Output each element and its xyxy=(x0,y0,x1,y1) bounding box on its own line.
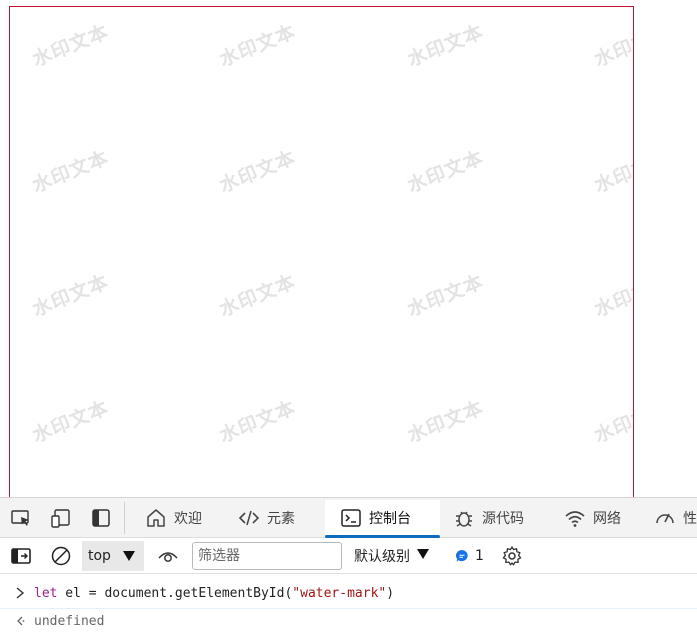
watermark-text: 水印文本 xyxy=(29,20,112,72)
triangle-down-icon xyxy=(122,550,136,566)
tab-label: 欢迎 xyxy=(174,511,202,527)
tab-label: 源代码 xyxy=(482,511,524,527)
code-string: "water-mark" xyxy=(292,585,387,601)
tab-label: 性 xyxy=(683,511,697,527)
show-console-sidebar-icon[interactable] xyxy=(9,544,33,568)
triangle-down-icon xyxy=(416,548,430,564)
console-output-area[interactable]: let el = document.getElementById("water-… xyxy=(0,574,697,642)
log-level-dropdown[interactable]: 默认级别 xyxy=(354,538,430,574)
watermark-text: 水印文本 xyxy=(591,146,634,198)
device-emulation-icon[interactable] xyxy=(49,506,73,530)
filter-input[interactable] xyxy=(192,542,342,570)
page-content-box: 水印文本 水印文本 水印文本 水印文本 水印文本 水印文本 水印文本 水印文本 … xyxy=(9,6,634,497)
console-input-row: let el = document.getElementById("water-… xyxy=(0,578,697,609)
watermark-text: 水印文本 xyxy=(29,270,112,322)
watermark-text: 水印文本 xyxy=(216,20,299,72)
bug-icon xyxy=(452,506,476,530)
watermark-text: 水印文本 xyxy=(404,146,487,198)
console-settings-gear-icon[interactable] xyxy=(500,544,524,568)
watermark-text: 水印文本 xyxy=(591,270,634,322)
watermark-text: 水印文本 xyxy=(591,396,634,448)
console-toolbar: top 默认级别 1 xyxy=(0,538,697,574)
tab-performance[interactable]: 性 xyxy=(653,500,697,536)
console-result-row: undefined xyxy=(0,606,697,636)
tab-elements[interactable]: 元素 xyxy=(237,500,295,536)
watermark-text: 水印文本 xyxy=(29,396,112,448)
console-icon xyxy=(339,506,363,530)
devtools-panel: 欢迎 元素 控制台 源代码 网络 性 top 筛选器 默认级别 1 let el… xyxy=(0,497,697,641)
clear-console-icon[interactable] xyxy=(49,544,73,568)
watermark-text: 水印文本 xyxy=(404,396,487,448)
gauge-icon xyxy=(653,506,677,530)
watermark-text: 水印文本 xyxy=(216,146,299,198)
tab-sources[interactable]: 源代码 xyxy=(452,500,524,536)
watermark-text: 水印文本 xyxy=(404,20,487,72)
wifi-icon xyxy=(563,506,587,530)
log-level-label: 默认级别 xyxy=(354,549,410,565)
tab-console[interactable]: 控制台 xyxy=(325,500,440,538)
watermark-text: 水印文本 xyxy=(29,146,112,198)
watermark-text: 水印文本 xyxy=(216,270,299,322)
code-text: el = document.getElementById( xyxy=(57,585,293,601)
return-arrow-icon xyxy=(0,615,34,627)
message-bubble-icon xyxy=(455,549,469,563)
toggle-sidebar-icon[interactable] xyxy=(89,506,113,530)
live-expression-eye-icon[interactable] xyxy=(156,544,180,568)
watermark-text: 水印文本 xyxy=(404,270,487,322)
page-viewport: 水印文本 水印文本 水印文本 水印文本 水印文本 水印文本 水印文本 水印文本 … xyxy=(0,0,697,497)
devtools-tab-bar: 欢迎 元素 控制台 源代码 网络 性 xyxy=(0,498,697,538)
inspect-element-icon[interactable] xyxy=(9,506,33,530)
tab-network[interactable]: 网络 xyxy=(563,500,621,536)
watermark-text: 水印文本 xyxy=(216,396,299,448)
context-selector[interactable]: top xyxy=(82,541,144,571)
tab-label: 网络 xyxy=(593,511,621,527)
message-count-badge[interactable]: 1 xyxy=(455,538,484,574)
code-keyword: let xyxy=(34,585,58,601)
chevron-right-icon xyxy=(0,587,34,599)
message-count: 1 xyxy=(475,548,484,564)
tab-welcome[interactable]: 欢迎 xyxy=(144,500,202,536)
code-text: ) xyxy=(386,585,395,601)
context-value: top xyxy=(88,548,111,564)
code-icon xyxy=(237,506,261,530)
console-result-value: undefined xyxy=(34,613,105,629)
home-icon xyxy=(144,506,168,530)
toolbar-divider xyxy=(124,502,125,534)
tab-label: 控制台 xyxy=(369,511,411,527)
tab-label: 元素 xyxy=(267,511,295,527)
watermark-text: 水印文本 xyxy=(591,20,634,72)
